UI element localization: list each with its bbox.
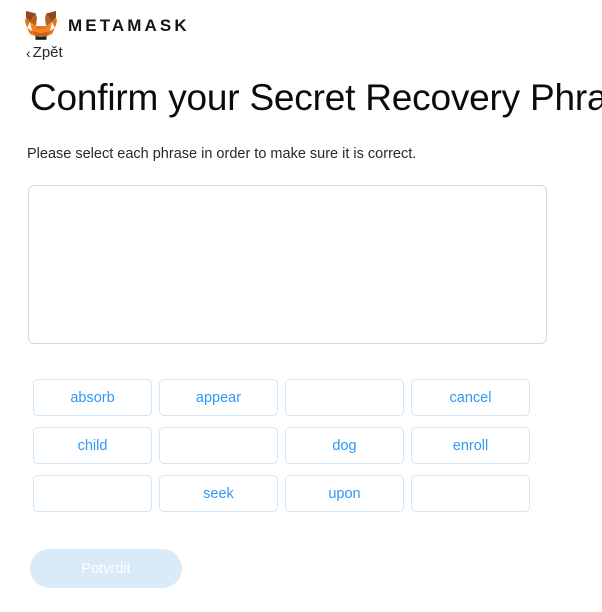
word-chip[interactable]: cancel (411, 379, 530, 416)
word-chip-empty (33, 475, 152, 512)
word-chip[interactable]: appear (159, 379, 278, 416)
metamask-wordmark: METAMASK (68, 15, 190, 35)
page-title: Confirm your Secret Recovery Phrase (30, 77, 602, 118)
word-chip-empty (285, 379, 404, 416)
confirm-recovery-phrase-page: METAMASK ‹ Zpět Confirm your Secret Reco… (0, 0, 602, 612)
selected-phrase-dropzone[interactable] (28, 185, 547, 344)
word-chip-grid: absorb appear cancel child dog enroll seek upon (33, 379, 540, 512)
word-chip[interactable]: child (33, 427, 152, 464)
chevron-left-icon: ‹ (26, 44, 31, 61)
word-chip-empty (411, 475, 530, 512)
confirm-submit-button[interactable]: Potvrdit (30, 549, 182, 588)
page-subtitle: Please select each phrase in order to ma… (27, 146, 417, 162)
word-chip[interactable]: seek (159, 475, 278, 512)
word-chip[interactable]: upon (285, 475, 404, 512)
word-chip[interactable]: enroll (411, 427, 530, 464)
metamask-brand: METAMASK (24, 9, 190, 41)
word-chip[interactable]: dog (285, 427, 404, 464)
back-link-label: Zpět (32, 44, 63, 61)
back-link[interactable]: ‹ Zpět (26, 44, 63, 61)
word-chip[interactable]: absorb (33, 379, 152, 416)
word-chip-empty (159, 427, 278, 464)
metamask-fox-icon (25, 11, 57, 40)
